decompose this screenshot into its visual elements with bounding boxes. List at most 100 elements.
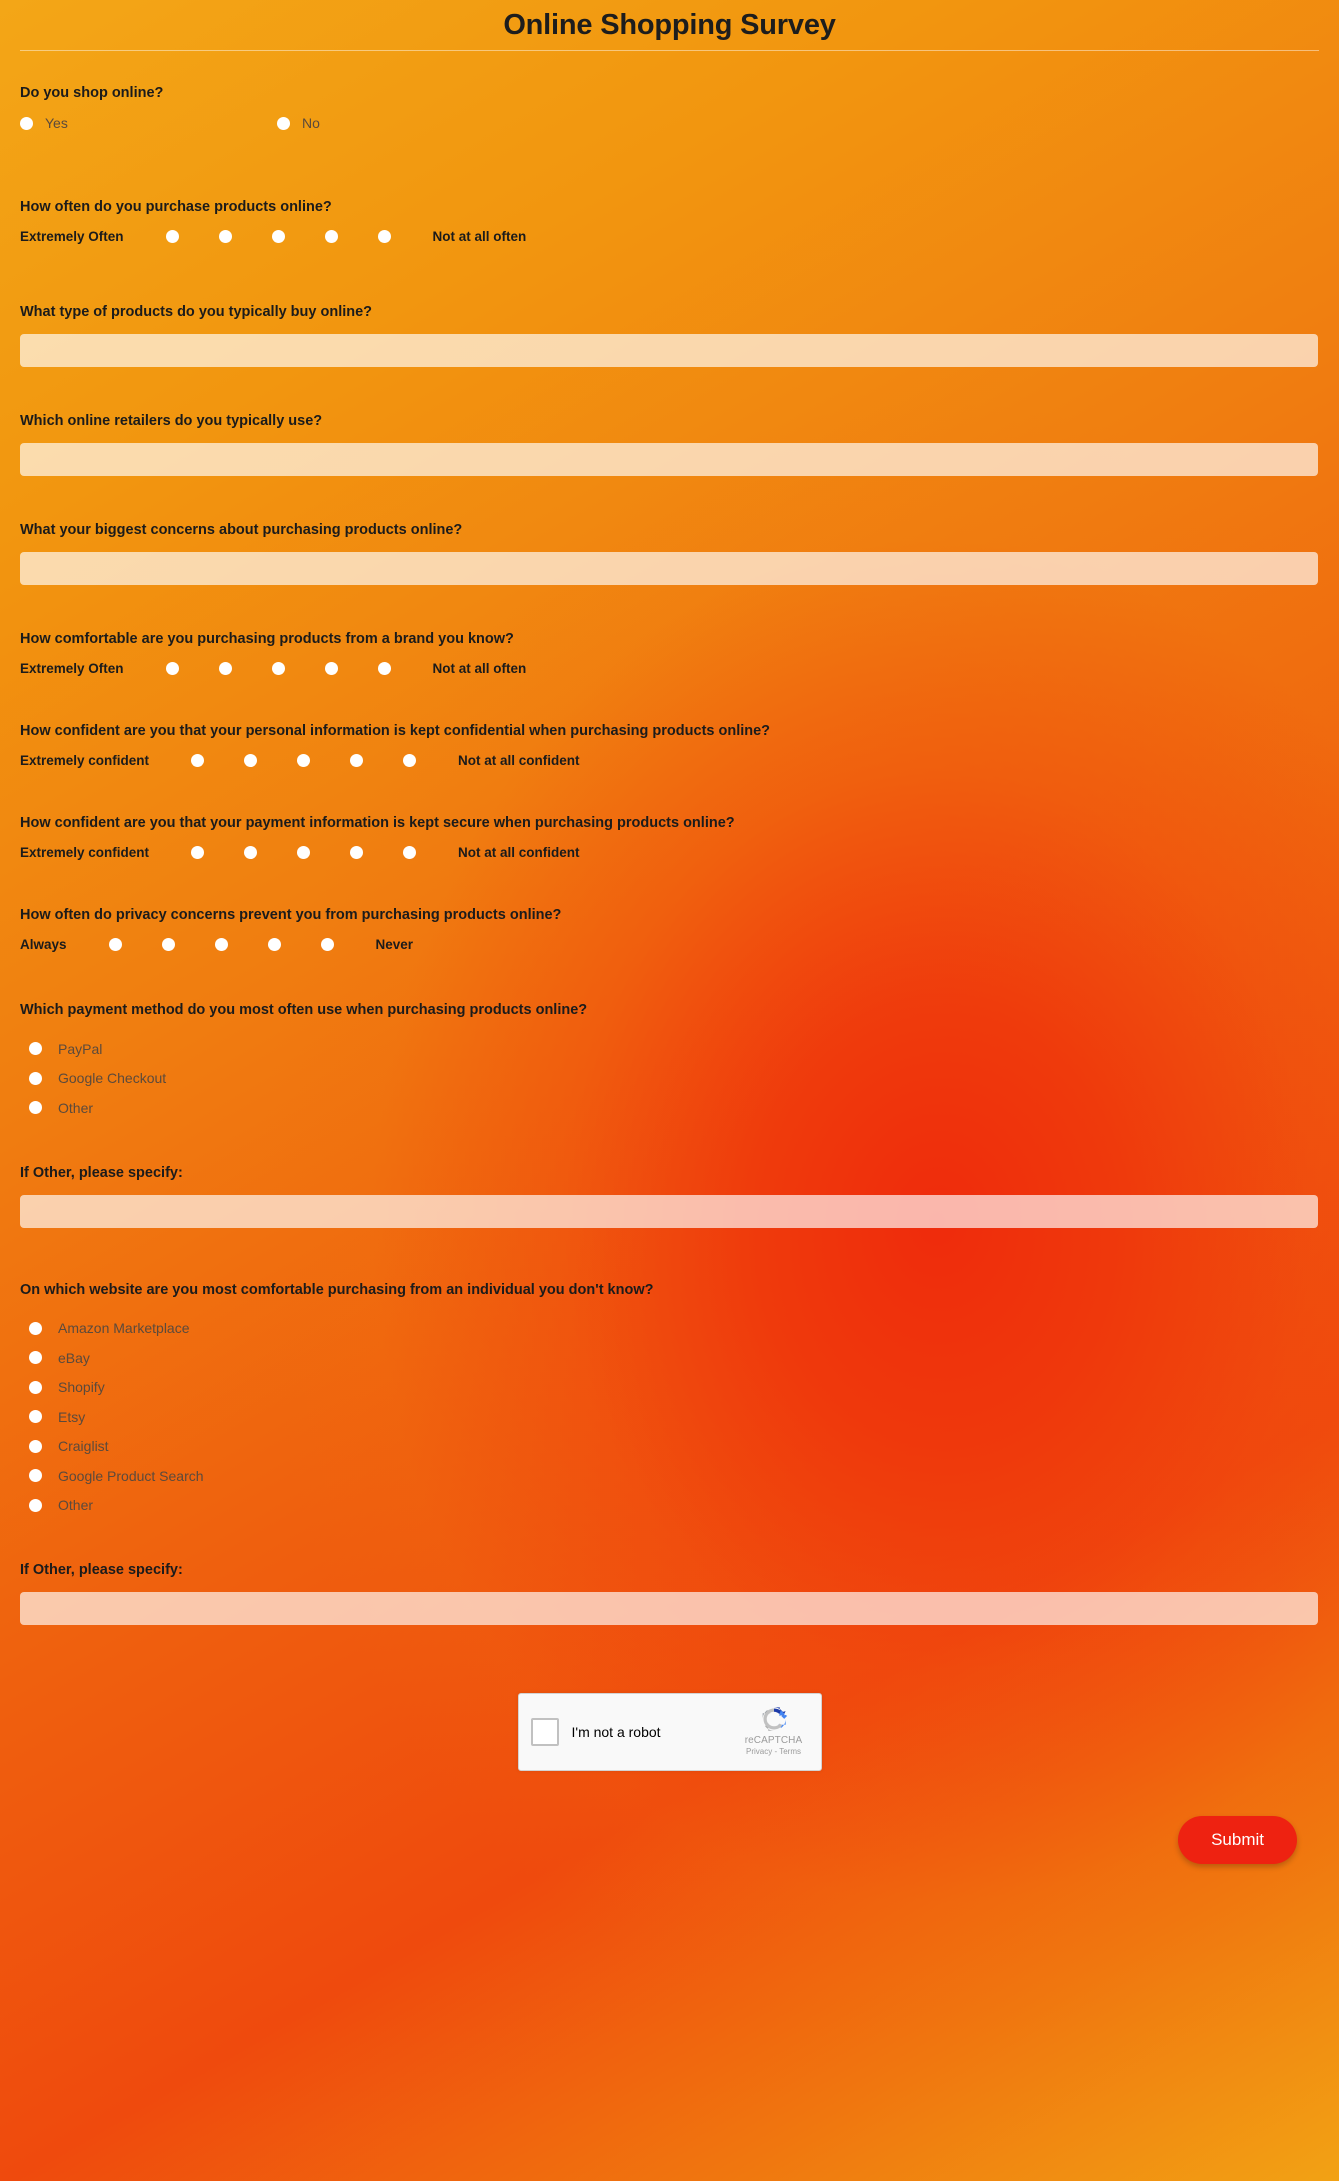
scale-left-anchor: Extremely confident: [20, 753, 150, 768]
payment-method-options: PayPal Google Checkout Other: [20, 1034, 1319, 1123]
radio-dot-no[interactable]: [277, 116, 290, 130]
submit-section: Submit: [20, 1816, 1319, 1864]
question-label: How confident are you that your payment …: [20, 815, 735, 831]
radio-option-craiglist[interactable]: Craiglist: [20, 1432, 1319, 1462]
scale-dot-2[interactable]: [218, 230, 232, 243]
radio-option-amazon-marketplace[interactable]: Amazon Marketplace: [20, 1314, 1319, 1344]
radio-dot-google-product-search[interactable]: [29, 1469, 42, 1483]
scale-dot-3[interactable]: [271, 662, 285, 675]
scale-dots: [146, 662, 411, 675]
radio-option-no[interactable]: No: [277, 115, 320, 131]
radio-option-ebay[interactable]: eBay: [20, 1343, 1319, 1373]
radio-dot-paypal[interactable]: [29, 1042, 42, 1056]
scale-dot-5[interactable]: [377, 662, 391, 675]
radio-dot-payment-other[interactable]: [29, 1101, 42, 1115]
scale-dot-4[interactable]: [324, 662, 338, 675]
radio-option-yes[interactable]: Yes: [20, 115, 277, 131]
scale-dots: [171, 754, 436, 767]
question-label: How confident are you that your personal…: [20, 723, 771, 739]
question-label: How often do you purchase products onlin…: [20, 199, 332, 215]
radio-dot-craiglist[interactable]: [29, 1439, 42, 1453]
scale-dot-5[interactable]: [320, 938, 334, 951]
scale-dot-4[interactable]: [324, 230, 338, 243]
question-label: How comfortable are you purchasing produ…: [20, 631, 514, 647]
scale-dot-4[interactable]: [350, 846, 364, 859]
question-payment-method: Which payment method do you most often u…: [20, 1000, 1319, 1123]
radio-option-shopify[interactable]: Shopify: [20, 1373, 1319, 1403]
radio-option-etsy[interactable]: Etsy: [20, 1402, 1319, 1432]
radio-dot-etsy[interactable]: [29, 1410, 42, 1424]
scale-dot-3[interactable]: [214, 938, 228, 951]
radio-dot-yes[interactable]: [20, 116, 33, 130]
question-payment-info-confidence: How confident are you that your payment …: [20, 813, 1319, 860]
radio-option-website-other[interactable]: Other: [20, 1491, 1319, 1521]
scale-dot-1[interactable]: [165, 662, 179, 675]
scale-dot-3[interactable]: [271, 230, 285, 243]
scale-right-anchor: Not at all confident: [458, 753, 580, 768]
question-brand-comfort: How comfortable are you purchasing produ…: [20, 629, 1319, 676]
concerns-input[interactable]: [20, 552, 1318, 585]
scale-dot-3[interactable]: [297, 754, 311, 767]
question-website-other-specify: If Other, please specify:: [20, 1560, 1319, 1625]
retailers-input[interactable]: [20, 443, 1318, 476]
scale-dot-2[interactable]: [244, 754, 258, 767]
scale-dot-1[interactable]: [108, 938, 122, 951]
likert-scale-privacy-prevent: Always Never: [20, 937, 1319, 952]
recaptcha-terms-link[interactable]: Terms: [779, 1747, 801, 1756]
scale-dot-4[interactable]: [267, 938, 281, 951]
radio-label-etsy: Etsy: [58, 1408, 86, 1425]
scale-dot-1[interactable]: [191, 846, 205, 859]
radio-dot-website-other[interactable]: [29, 1498, 42, 1512]
radio-option-payment-other[interactable]: Other: [20, 1093, 1319, 1123]
radio-dot-shopify[interactable]: [29, 1380, 42, 1394]
question-privacy-prevent: How often do privacy concerns prevent yo…: [20, 905, 1319, 952]
scale-dot-4[interactable]: [350, 754, 364, 767]
question-label: If Other, please specify:: [20, 1562, 183, 1578]
scale-dot-3[interactable]: [297, 846, 311, 859]
radio-label-website-other: Other: [58, 1497, 94, 1514]
radio-dot-amazon-marketplace[interactable]: [29, 1321, 42, 1335]
recaptcha-widget[interactable]: I'm not a robot reCAPTCHA Privacy - Term…: [517, 1693, 822, 1771]
question-label: How often do privacy concerns prevent yo…: [20, 907, 562, 923]
header-divider: [20, 50, 1319, 51]
product-types-input[interactable]: [20, 334, 1318, 367]
radio-label-shopify: Shopify: [58, 1379, 105, 1396]
scale-dot-1[interactable]: [191, 754, 205, 767]
question-label: Do you shop online?: [20, 85, 164, 101]
radio-label-yes: Yes: [45, 115, 68, 131]
scale-dot-5[interactable]: [403, 846, 417, 859]
scale-dot-5[interactable]: [403, 754, 417, 767]
scale-dots: [171, 846, 436, 859]
radio-option-google-checkout[interactable]: Google Checkout: [20, 1064, 1319, 1094]
radio-label-payment-other: Other: [58, 1099, 94, 1116]
captcha-section: I'm not a robot reCAPTCHA Privacy - Term…: [20, 1693, 1319, 1771]
page-title: Online Shopping Survey: [503, 9, 836, 41]
scale-left-anchor: Always: [20, 937, 67, 952]
question-personal-info-confidence: How confident are you that your personal…: [20, 721, 1319, 768]
scale-left-anchor: Extremely Often: [20, 229, 124, 244]
recaptcha-privacy-link[interactable]: Privacy: [746, 1747, 772, 1756]
website-other-input[interactable]: [20, 1592, 1318, 1625]
recaptcha-brand-name: reCAPTCHA: [744, 1735, 803, 1746]
scale-dot-5[interactable]: [377, 230, 391, 243]
recaptcha-branding: reCAPTCHA Privacy - Terms: [737, 1702, 811, 1756]
radio-dot-ebay[interactable]: [29, 1351, 42, 1365]
scale-dot-2[interactable]: [161, 938, 175, 951]
scale-dot-1[interactable]: [165, 230, 179, 243]
question-label: If Other, please specify:: [20, 1164, 183, 1181]
submit-button[interactable]: Submit: [1178, 1816, 1297, 1864]
question-retailers: Which online retailers do you typically …: [20, 411, 1319, 476]
payment-other-input[interactable]: [20, 1194, 1318, 1228]
radio-option-google-product-search[interactable]: Google Product Search: [20, 1461, 1319, 1491]
scale-dot-2[interactable]: [218, 662, 232, 675]
scale-right-anchor: Not at all often: [432, 661, 527, 676]
radio-dot-google-checkout[interactable]: [29, 1071, 42, 1085]
scale-dot-2[interactable]: [244, 846, 258, 859]
scale-dots: [146, 230, 411, 243]
recaptcha-label: I'm not a robot: [571, 1724, 661, 1740]
recaptcha-checkbox[interactable]: [530, 1718, 559, 1746]
question-label: What your biggest concerns about purchas…: [20, 522, 463, 538]
radio-option-paypal[interactable]: PayPal: [20, 1034, 1319, 1064]
likert-scale-brand-comfort: Extremely Often Not at all often: [20, 661, 1319, 676]
scale-left-anchor: Extremely confident: [20, 845, 150, 860]
